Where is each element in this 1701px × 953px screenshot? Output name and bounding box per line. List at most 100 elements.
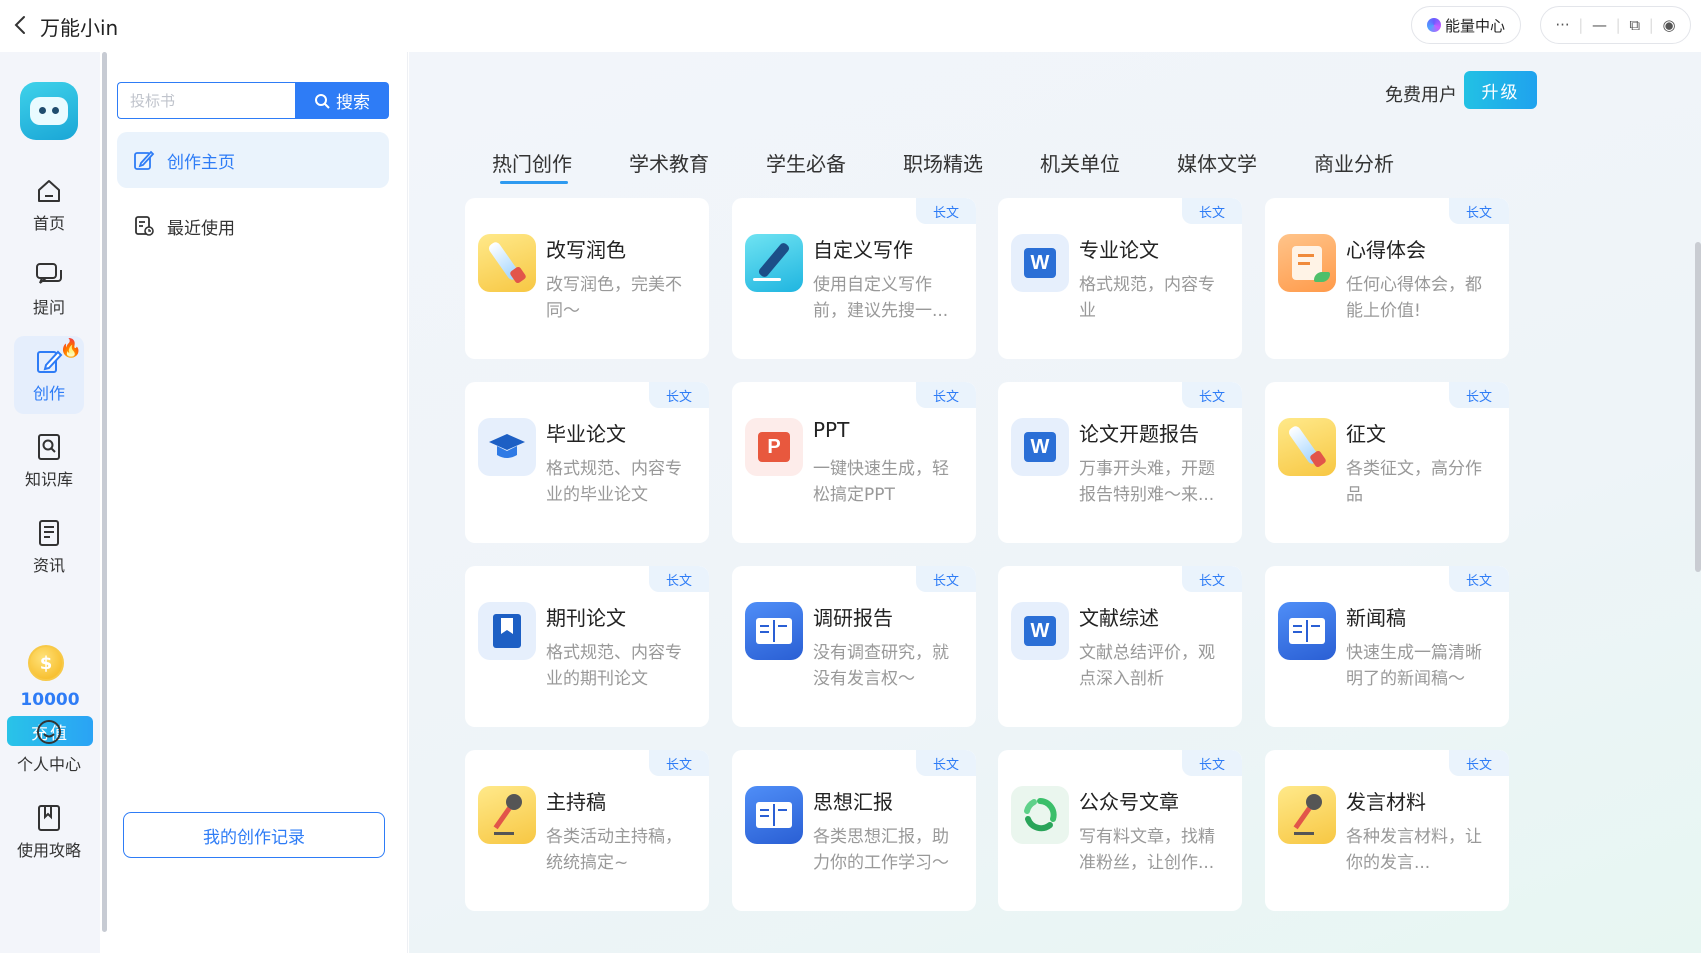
fire-icon: 🔥 [59,338,82,359]
rail-item-news[interactable]: 资讯 [14,508,84,586]
nav-item-recent[interactable]: 最近使用 [117,198,389,254]
template-card[interactable]: 长文 心得体会 任何心得体会，都能上价值! [1265,198,1509,359]
card-description: 改写润色，完美不同～ [546,275,682,321]
card-description: 格式规范，内容专业 [1079,275,1215,321]
news-icon [39,520,59,546]
rail-label-profile: 个人中心 [16,755,81,774]
tab-government[interactable]: 机关单位 [1040,148,1177,188]
long-text-tag: 长文 [1182,750,1242,776]
search-bar: 搜索 [117,82,389,119]
tab-media[interactable]: 媒体文学 [1177,148,1314,188]
template-card[interactable]: 长文 W 论文开题报告 万事开头难，开题报告特别难～来... [998,382,1242,543]
recent-doc-icon [135,216,154,236]
card-description: 一键快速生成，轻松搞定PPT [813,459,949,505]
nav-label-recent: 最近使用 [167,218,235,239]
restore-icon[interactable]: ⧉ [1629,16,1640,34]
card-description: 格式规范、内容专业的期刊论文 [546,643,682,689]
long-text-tag: 长文 [1449,198,1509,224]
card-title: PPT [813,418,850,442]
tab-workplace[interactable]: 职场精选 [903,148,1040,188]
rail-item-ask[interactable]: 提问 [14,250,84,328]
app-logo [20,82,78,140]
template-card[interactable]: 长文 主持稿 各类活动主持稿，统统搞定~ [465,750,709,911]
main-content: 免费用户 升级 热门创作 学术教育 学生必备 职场精选 机关单位 媒体文学 商业… [409,52,1701,953]
long-text-tag: 长文 [1182,566,1242,592]
search-icon [315,93,330,109]
template-card[interactable]: 长文 调研报告 没有调查研究，就没有发言权～ [732,566,976,727]
upgrade-button[interactable]: 升级 [1464,71,1537,109]
card-description: 快速生成一篇清晰明了的新闻稿～ [1346,643,1482,689]
search-input[interactable] [117,82,295,119]
template-card[interactable]: 长文 毕业论文 格式规范、内容专业的毕业论文 [465,382,709,543]
title-bar: 万能小in 能量中心 ··· | — | ⧉ | ◉ [0,0,1701,52]
edit-square-icon [134,150,155,170]
microphone-icon [478,786,536,844]
minimize-icon[interactable]: — [1592,16,1607,34]
long-text-tag: 长文 [916,566,976,592]
rail-item-knowledge[interactable]: 知识库 [14,422,84,500]
nav-label-create-home: 创作主页 [167,152,235,173]
long-text-tag: 长文 [916,198,976,224]
more-icon[interactable]: ··· [1555,16,1569,34]
rail-label-create: 创作 [32,384,65,403]
tab-business[interactable]: 商业分析 [1314,148,1451,188]
long-text-tag: 长文 [916,750,976,776]
chat-icon [36,263,62,284]
template-card[interactable]: 长文 公众号文章 写有料文章，找精准粉丝，让创作... [998,750,1242,911]
side-rail: 首页 提问 创作 🔥 知识库 资讯 $ 10000 充值 个人中心 使用攻略 [0,52,100,953]
book-icon [745,602,803,660]
tab-hot[interactable]: 热门创作 [492,148,629,188]
app-title: 万能小in [40,16,119,40]
back-arrow-icon[interactable] [8,12,34,38]
rail-label-ask: 提问 [32,298,65,317]
long-text-tag: 长文 [916,382,976,408]
book-icon [745,786,803,844]
rail-item-guide[interactable]: 使用攻略 [14,793,84,871]
template-card[interactable]: 长文 新闻稿 快速生成一篇清晰明了的新闻稿～ [1265,566,1509,727]
my-creation-records-button[interactable]: 我的创作记录 [123,812,385,858]
template-card[interactable]: 长文 W 专业论文 格式规范，内容专业 [998,198,1242,359]
card-description: 格式规范、内容专业的毕业论文 [546,459,682,505]
card-title: 文献综述 [1079,606,1159,630]
card-title: 主持稿 [546,790,606,814]
guide-icon [38,805,60,831]
tab-student[interactable]: 学生必备 [766,148,903,188]
long-text-tag: 长文 [1449,750,1509,776]
search-button[interactable]: 搜索 [295,82,389,119]
template-card[interactable]: 长文 期刊论文 格式规范、内容专业的期刊论文 [465,566,709,727]
tab-academic[interactable]: 学术教育 [629,148,766,188]
rail-item-home[interactable]: 首页 [14,166,84,244]
template-card[interactable]: 长文 P PPT 一键快速生成，轻松搞定PPT [732,382,976,543]
template-card[interactable]: 长文 思想汇报 各类思想汇报，助力你的工作学习～ [732,750,976,911]
card-description: 文献总结评价，观点深入剖析 [1079,643,1215,689]
nav-item-create-home[interactable]: 创作主页 [117,132,389,188]
rail-item-profile[interactable]: 个人中心 [14,707,84,785]
template-card[interactable]: 长文 自定义写作 使用自定义写作前，建议先搜一... [732,198,976,359]
template-card[interactable]: 改写润色 改写润色，完美不同～ [465,198,709,359]
window-controls: ··· | — | ⧉ | ◉ [1540,6,1691,44]
card-title: 思想汇报 [813,790,893,814]
rail-item-create[interactable]: 创作 🔥 [14,336,84,414]
card-title: 新闻稿 [1346,606,1406,630]
knowledge-icon [38,434,60,460]
template-card[interactable]: 长文 W 文献综述文献总结评价，观点深入剖析 [998,566,1242,727]
rail-scrollbar[interactable] [100,52,108,932]
word-icon: W [1011,418,1069,476]
energy-icon [1426,18,1441,32]
energy-center-button[interactable]: 能量中心 [1411,6,1521,44]
card-title: 毕业论文 [546,422,626,446]
long-text-tag: 长文 [1449,382,1509,408]
word-icon: W [1011,602,1069,660]
journal-icon [478,602,536,660]
template-card[interactable]: 长文 征文 各类征文，高分作品 [1265,382,1509,543]
card-title: 论文开题报告 [1079,422,1199,446]
notes-icon [1278,234,1336,292]
main-scrollbar[interactable] [1695,242,1701,572]
close-icon[interactable]: ◉ [1662,16,1675,34]
coin-icon: $ [28,645,64,681]
category-tabs: 热门创作 学术教育 学生必备 职场精选 机关单位 媒体文学 商业分析 [492,148,1451,188]
card-title: 发言材料 [1346,790,1426,814]
template-card[interactable]: 长文 发言材料 各种发言材料，让你的发言... [1265,750,1509,911]
card-description: 各类征文，高分作品 [1346,459,1482,505]
fountain-pen-icon [745,234,803,292]
